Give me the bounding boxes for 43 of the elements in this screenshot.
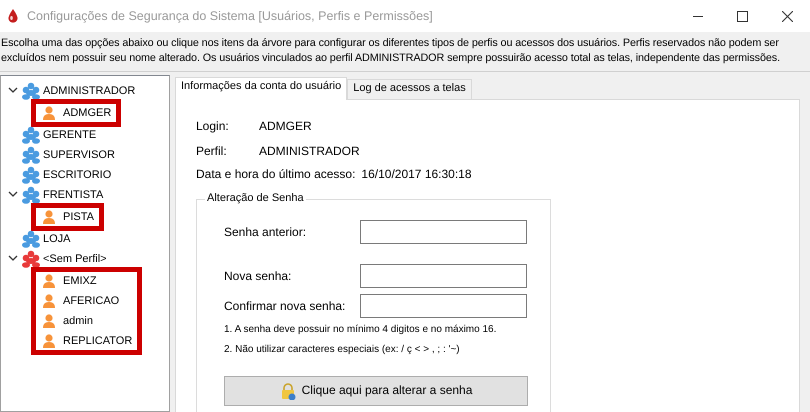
user-icon <box>42 209 56 225</box>
user-icon <box>42 313 56 329</box>
password-field[interactable] <box>360 264 527 288</box>
tree-item[interactable]: SUPERVISOR <box>43 149 115 161</box>
field-value: 16/10/2017 16:30:18 <box>361 167 472 181</box>
lock-icon <box>280 383 296 400</box>
field-label: Nova senha: <box>224 269 292 283</box>
tree-item[interactable]: PISTA <box>63 211 94 223</box>
user-icon <box>42 273 56 289</box>
tree-item[interactable]: admin <box>63 315 93 327</box>
description-text: Escolha uma das opções abaixo ou clique nos itens da árvore para configurar os diferentes tipos de perfis ou acessos dos usuários. Perfis reservados não podem ser excluídos nem possuir seu nome alterado. Os usuários vinculados ao perfil ADMINISTRADOR sempre possuirão acesso total as telas, independente das permissões. <box>0 36 781 66</box>
close-icon[interactable] <box>782 10 793 22</box>
user-icon <box>42 105 56 121</box>
group-title: Alteração de Senha <box>205 192 306 204</box>
password-field[interactable] <box>360 220 527 244</box>
tree-item[interactable]: ADMGER <box>63 107 112 119</box>
tree-item[interactable]: REPLICATOR <box>63 335 132 347</box>
tree-item[interactable]: ADMINISTRADOR <box>43 85 136 97</box>
tab[interactable]: Log de acessos a telas <box>347 79 472 99</box>
password-field[interactable] <box>360 294 527 318</box>
change-password-button[interactable]: Clique aqui para alterar a senha <box>224 376 528 406</box>
field-label: Confirmar nova senha: <box>224 299 346 313</box>
tree-item[interactable]: FRENTISTA <box>43 189 104 201</box>
tab[interactable]: Informações da conta do usuário <box>175 77 348 100</box>
user-icon <box>42 293 56 309</box>
maximize-icon[interactable] <box>737 10 748 22</box>
tree-item[interactable]: AFERICAO <box>63 295 120 307</box>
tree-item[interactable]: <Sem Perfil> <box>43 253 107 265</box>
field-label: Data e hora do último acesso: <box>196 167 356 181</box>
field-label: Senha anterior: <box>224 225 308 239</box>
field-value: ADMINISTRADOR <box>259 144 360 158</box>
field-label: Login: <box>196 118 230 132</box>
tree-item[interactable]: EMIXZ <box>63 275 97 287</box>
window-title: Configurações de Segurança do Sistema [Usuários, Perfis e Permissões] <box>27 9 434 23</box>
field-value: ADMGER <box>259 118 312 132</box>
rule-text: 2. Não utilizar caracteres especiais (ex: / ç < > , ; : '~) <box>224 344 461 357</box>
tree-item[interactable]: GERENTE <box>43 129 96 141</box>
tree-item[interactable]: LOJA <box>43 233 71 245</box>
field-label: Perfil: <box>196 144 228 158</box>
rule-text: 1. A senha deve possuir no mínimo 4 digitos e no máximo 16. <box>224 324 498 337</box>
tree-item[interactable]: ESCRITORIO <box>43 169 112 181</box>
user-icon <box>42 333 56 349</box>
app-icon <box>7 8 19 24</box>
